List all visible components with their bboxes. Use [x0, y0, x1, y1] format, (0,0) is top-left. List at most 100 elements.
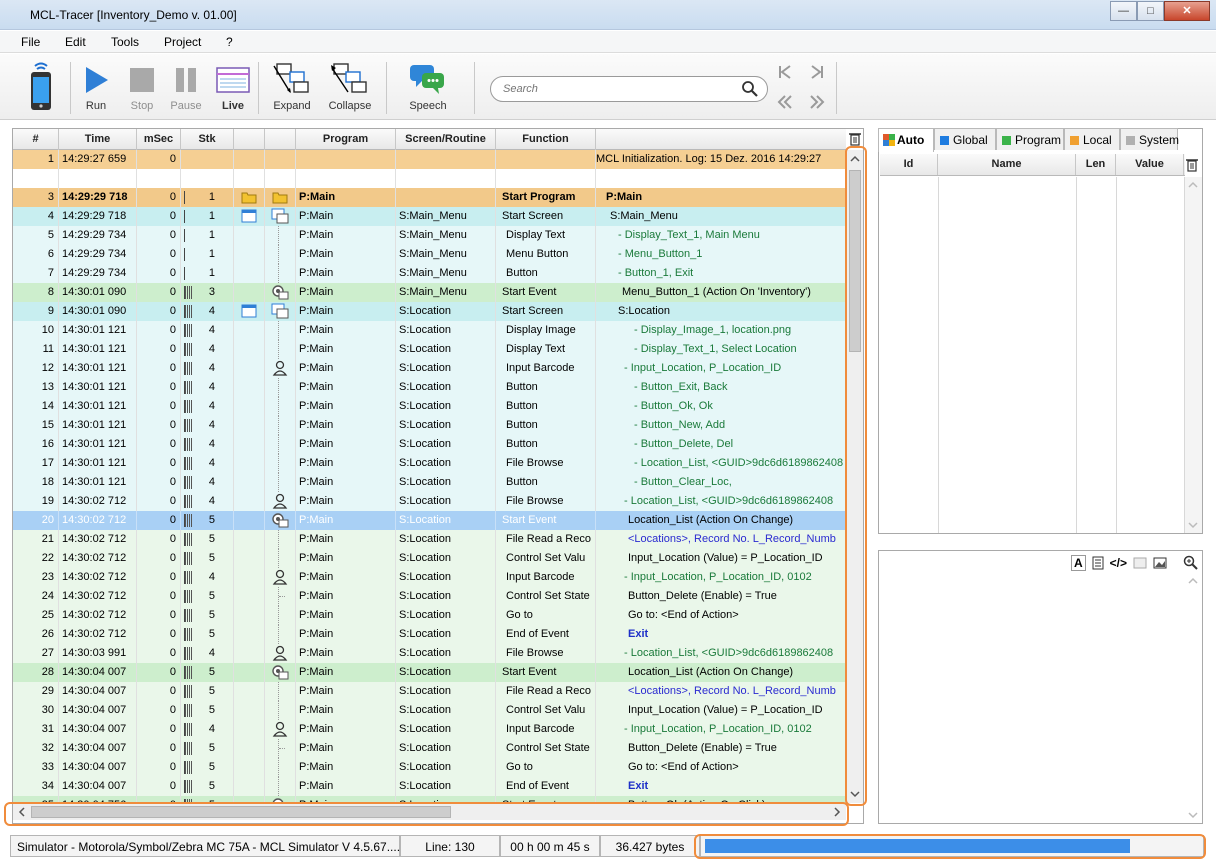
collapse-button[interactable]: Collapse — [324, 60, 376, 112]
menu-project[interactable]: Project — [164, 35, 201, 49]
col-header-icon2[interactable] — [265, 129, 296, 150]
chevron-up-icon[interactable] — [1185, 575, 1201, 587]
col-header-details[interactable] — [596, 129, 846, 150]
var-col-len[interactable]: Len — [1076, 154, 1116, 175]
cell-msec: 0 — [137, 549, 181, 568]
next-button[interactable] — [808, 94, 826, 112]
table-row[interactable]: 26 14:30:02 712 0 5 P:Main S:Location End of E… — [13, 625, 846, 644]
stop-button[interactable]: Stop — [126, 60, 158, 112]
var-col-value[interactable]: Value — [1116, 154, 1184, 175]
delete-variables-icon[interactable] — [1186, 158, 1198, 172]
scroll-left-icon[interactable] — [15, 804, 29, 820]
scroll-down-icon[interactable] — [847, 787, 863, 801]
chevron-down-icon[interactable] — [1185, 519, 1201, 531]
table-row[interactable]: 15 14:30:01 121 0 4 P:Main S:Location Button - … — [13, 416, 846, 435]
menu-edit[interactable]: Edit — [65, 35, 86, 49]
vertical-scroll-thumb[interactable] — [849, 170, 861, 352]
device-button[interactable] — [24, 60, 58, 115]
variables-scrollbar[interactable] — [1185, 177, 1202, 533]
delete-trace-icon[interactable] — [849, 132, 861, 146]
table-row[interactable]: 8 14:30:01 090 0 3 P:Main S:Main_Menu Start Ev… — [13, 283, 846, 302]
tab-program[interactable]: Program — [996, 128, 1064, 150]
table-row[interactable]: 20 14:30:02 712 0 5 P:Main S:Location Start Ev… — [13, 511, 846, 530]
col-header-number[interactable]: # — [13, 129, 59, 150]
table-row[interactable]: 13 14:30:01 121 0 4 P:Main S:Location Button - … — [13, 378, 846, 397]
search-input[interactable] — [501, 81, 731, 97]
col-header-icon1[interactable] — [234, 129, 265, 150]
scroll-right-icon[interactable] — [830, 804, 844, 820]
horizontal-scrollbar[interactable] — [13, 803, 846, 820]
table-row[interactable]: 23 14:30:02 712 0 4 P:Main S:Location Input Ba… — [13, 568, 846, 587]
pause-button[interactable]: Pause — [170, 60, 202, 112]
cell-icon2 — [265, 416, 296, 435]
cell-time: 14:30:01 121 — [59, 416, 137, 435]
table-row[interactable]: 14 14:30:01 121 0 4 P:Main S:Location Button - … — [13, 397, 846, 416]
detail-scrollbar[interactable] — [1185, 573, 1202, 823]
maximize-button[interactable]: □ — [1137, 1, 1164, 21]
table-row[interactable]: 3 14:29:29 718 0 1 P:Main Start Program P:Main — [13, 188, 846, 207]
table-row[interactable]: 16 14:30:01 121 0 4 P:Main S:Location Button - … — [13, 435, 846, 454]
search-icon[interactable] — [741, 80, 759, 98]
table-row[interactable]: 11 14:30:01 121 0 4 P:Main S:Location Display … — [13, 340, 846, 359]
scroll-up-icon[interactable] — [847, 152, 863, 166]
col-header-screen[interactable]: Screen/Routine — [396, 129, 496, 150]
last-button[interactable] — [808, 64, 826, 82]
tab-auto[interactable]: Auto — [878, 128, 934, 152]
table-row[interactable]: 10 14:30:01 121 0 4 P:Main S:Location Display … — [13, 321, 846, 340]
var-col-name[interactable]: Name — [938, 154, 1076, 175]
speech-button[interactable]: Speech — [404, 60, 452, 112]
table-row[interactable]: 17 14:30:01 121 0 4 P:Main S:Location File Bro… — [13, 454, 846, 473]
table-row[interactable]: 33 14:30:04 007 0 5 P:Main S:Location Go to Go … — [13, 758, 846, 777]
menu-help[interactable]: ? — [226, 35, 233, 49]
live-button[interactable]: Live — [216, 60, 250, 112]
table-row[interactable]: 5 14:29:29 734 0 1 P:Main S:Main_Menu Display … — [13, 226, 846, 245]
run-button[interactable]: Run — [80, 60, 112, 112]
table-row[interactable]: 31 14:30:04 007 0 4 P:Main S:Location Input Ba… — [13, 720, 846, 739]
code-icon[interactable]: </> — [1110, 556, 1127, 570]
var-col-id[interactable]: Id — [880, 154, 938, 175]
close-button[interactable]: ✕ — [1164, 1, 1210, 21]
table-row[interactable]: 18 14:30:01 121 0 4 P:Main S:Location Button - … — [13, 473, 846, 492]
vertical-scrollbar[interactable] — [846, 150, 863, 803]
col-header-function[interactable]: Function — [496, 129, 596, 150]
table-row[interactable]: 30 14:30:04 007 0 5 P:Main S:Location Control … — [13, 701, 846, 720]
col-header-time[interactable]: Time — [59, 129, 137, 150]
table-row[interactable]: 6 14:29:29 734 0 1 P:Main S:Main_Menu Menu But… — [13, 245, 846, 264]
table-row[interactable]: 1 14:29:27 659 0 MCL Initialization. Log: 1… — [13, 150, 846, 169]
table-row[interactable]: 34 14:30:04 007 0 5 P:Main S:Location End of E… — [13, 777, 846, 796]
table-row[interactable]: 4 14:29:29 718 0 1 P:Main S:Main_Menu Start Sc… — [13, 207, 846, 226]
table-row[interactable]: 9 14:30:01 090 0 4 P:Main S:Location Start Scr… — [13, 302, 846, 321]
table-row[interactable]: 29 14:30:04 007 0 5 P:Main S:Location File Rea… — [13, 682, 846, 701]
table-row[interactable]: 19 14:30:02 712 0 4 P:Main S:Location File Bro… — [13, 492, 846, 511]
table-row[interactable]: 27 14:30:03 991 0 4 P:Main S:Location File Bro… — [13, 644, 846, 663]
col-header-stack[interactable]: Stk — [181, 129, 234, 150]
menu-tools[interactable]: Tools — [111, 35, 139, 49]
tab-system[interactable]: System — [1120, 128, 1179, 150]
expand-button[interactable]: Expand — [270, 60, 314, 112]
table-row[interactable]: 12 14:30:01 121 0 4 P:Main S:Location Input Ba… — [13, 359, 846, 378]
previous-button[interactable] — [776, 94, 794, 112]
table-row[interactable]: 21 14:30:02 712 0 5 P:Main S:Location File Rea… — [13, 530, 846, 549]
table-row[interactable]: 7 14:29:29 734 0 1 P:Main S:Main_Menu Button - … — [13, 264, 846, 283]
col-header-msec[interactable]: mSec — [137, 129, 181, 150]
table-row[interactable] — [13, 169, 846, 188]
binary-icon[interactable] — [1133, 556, 1147, 570]
col-header-program[interactable]: Program — [296, 129, 396, 150]
image-icon[interactable] — [1153, 556, 1167, 570]
zoom-icon[interactable] — [1183, 555, 1199, 571]
table-row[interactable]: 24 14:30:02 712 0 5 P:Main S:Location Control … — [13, 587, 846, 606]
first-button[interactable] — [776, 64, 794, 82]
table-row[interactable]: 32 14:30:04 007 0 5 P:Main S:Location Control … — [13, 739, 846, 758]
chevron-down-icon[interactable] — [1185, 809, 1201, 821]
minimize-button[interactable]: — — [1110, 1, 1137, 21]
tab-global[interactable]: Global — [934, 128, 996, 150]
horizontal-scroll-thumb[interactable] — [31, 806, 451, 818]
table-row[interactable]: 28 14:30:04 007 0 5 P:Main S:Location Start Ev… — [13, 663, 846, 682]
menu-file[interactable]: File — [21, 35, 40, 49]
font-icon[interactable]: A — [1071, 555, 1086, 571]
document-icon[interactable] — [1092, 556, 1104, 570]
table-row[interactable]: 25 14:30:02 712 0 5 P:Main S:Location Go to Go … — [13, 606, 846, 625]
tab-local[interactable]: Local — [1064, 128, 1120, 150]
table-row[interactable]: 22 14:30:02 712 0 5 P:Main S:Location Control … — [13, 549, 846, 568]
chevron-up-icon[interactable] — [1185, 179, 1201, 191]
